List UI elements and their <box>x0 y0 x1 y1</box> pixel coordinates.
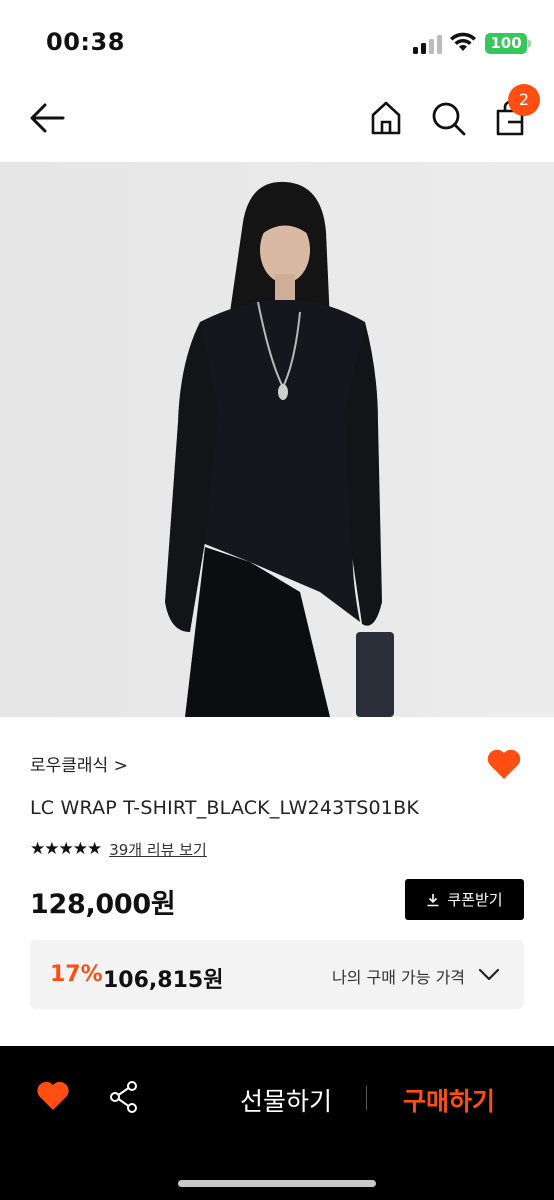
review-link[interactable]: 39개 리뷰 보기 <box>109 839 207 860</box>
status-time: 00:38 <box>46 28 125 56</box>
coupon-button[interactable]: 쿠폰받기 <box>405 879 524 920</box>
gift-button[interactable]: 선물하기 <box>240 1082 332 1118</box>
best-price-label: 나의 구매 가능 가격 <box>332 968 466 987</box>
top-nav-bar <box>0 80 554 162</box>
discount-rate: 17% <box>50 962 103 987</box>
rating-stars: ★★★★★ <box>30 839 102 859</box>
buy-button[interactable]: 구매하기 <box>403 1082 495 1118</box>
model-illustration <box>0 162 554 717</box>
home-indicator <box>178 1180 376 1187</box>
share-icon[interactable] <box>108 1080 140 1114</box>
home-icon[interactable] <box>366 98 406 138</box>
product-price: 128,000원 <box>30 889 176 920</box>
heart-icon[interactable] <box>486 748 522 781</box>
search-icon[interactable] <box>428 98 468 138</box>
battery-indicator: 100 <box>485 33 531 54</box>
discount-price: 106,815원 <box>103 968 224 993</box>
arrow-left-icon[interactable] <box>28 98 68 138</box>
cart-count-badge: 2 <box>508 84 540 116</box>
rating-row: ★★★★★ 39개 리뷰 보기 <box>30 838 207 860</box>
product-photo[interactable] <box>0 162 554 717</box>
wifi-icon <box>450 32 476 51</box>
signal-icon <box>413 34 443 54</box>
bottom-action-bar: 선물하기 구매하기 <box>0 1046 554 1200</box>
download-icon <box>427 893 439 906</box>
divider <box>366 1086 367 1110</box>
product-name: LC WRAP T-SHIRT_BLACK_LW243TS01BK <box>30 797 419 819</box>
brand-link[interactable]: 로우클래식 > <box>30 751 128 776</box>
best-price-box[interactable]: 17% 106,815원 나의 구매 가능 가격 <box>30 940 524 1009</box>
status-bar: 00:38 100 <box>0 0 554 80</box>
heart-icon[interactable] <box>36 1080 70 1112</box>
coupon-button-label: 쿠폰받기 <box>447 891 503 909</box>
chevron-down-icon <box>478 968 500 981</box>
